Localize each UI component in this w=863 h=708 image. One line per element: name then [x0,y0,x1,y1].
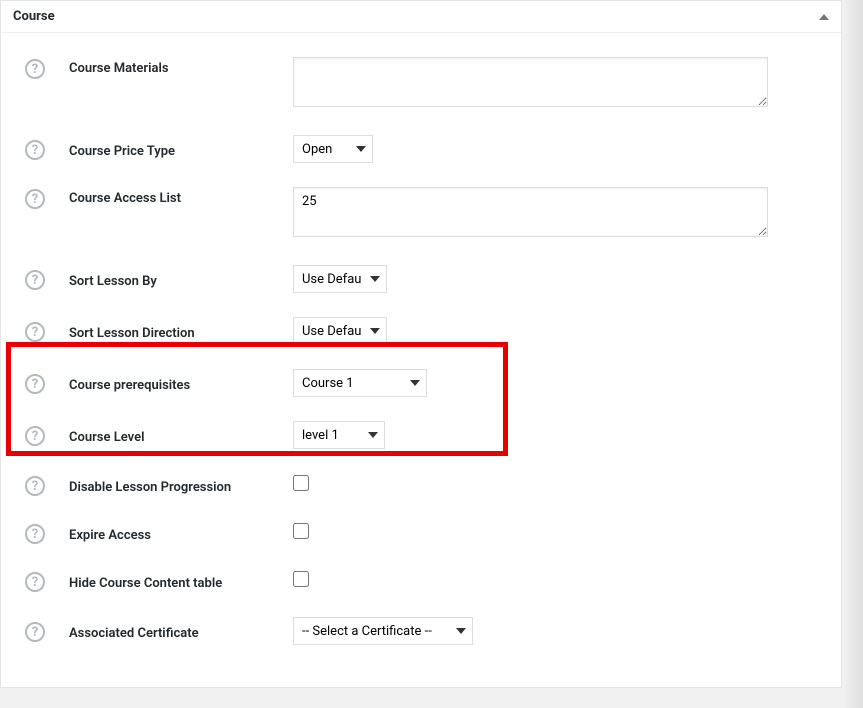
row-course-price-type: ? Course Price Type Open [1,123,841,175]
right-shadow-decor [843,0,863,708]
course-prerequisites-select[interactable]: Course 1 [293,369,427,397]
row-course-access-list: ? Course Access List [1,175,841,253]
row-sort-lesson-direction: ? Sort Lesson Direction Use Default [1,305,841,357]
expire-access-checkbox[interactable] [293,523,309,539]
row-course-prerequisites: ? Course prerequisites Course 1 [1,357,841,409]
course-settings-panel: Course ? Course Materials ? Course Price… [0,0,842,688]
label-disable-lesson-progression: Disable Lesson Progression [69,476,269,495]
label-course-level: Course Level [69,426,269,445]
label-sort-lesson-direction: Sort Lesson Direction [69,322,269,341]
collapse-caret-icon [819,14,829,20]
panel-title: Course [13,9,55,24]
row-sort-lesson-by: ? Sort Lesson By Use Default [1,253,841,305]
sort-lesson-direction-select[interactable]: Use Default [293,317,387,345]
help-icon[interactable]: ? [25,572,45,592]
panel-header[interactable]: Course [1,1,841,33]
row-disable-lesson-progression: ? Disable Lesson Progression [1,461,841,509]
label-course-materials: Course Materials [69,57,269,76]
sort-lesson-by-select[interactable]: Use Default [293,265,387,293]
course-access-list-textarea[interactable] [293,187,768,237]
help-icon[interactable]: ? [25,524,45,544]
panel-body: ? Course Materials ? Course Price Type O… [1,33,841,687]
label-expire-access: Expire Access [69,524,269,543]
label-course-prerequisites: Course prerequisites [69,374,269,393]
help-icon[interactable]: ? [25,189,45,209]
help-icon[interactable]: ? [25,322,45,342]
label-associated-certificate: Associated Certificate [69,622,269,641]
associated-certificate-select[interactable]: -- Select a Certificate -- [293,617,473,645]
label-hide-course-content-table: Hide Course Content table [69,572,269,591]
course-price-type-select[interactable]: Open [293,135,373,163]
course-materials-textarea[interactable] [293,57,768,107]
help-icon[interactable]: ? [25,622,45,642]
label-sort-lesson-by: Sort Lesson By [69,270,269,289]
row-hide-course-content-table: ? Hide Course Content table [1,557,841,605]
help-icon[interactable]: ? [25,374,45,394]
label-course-price-type: Course Price Type [69,140,269,159]
help-icon[interactable]: ? [25,476,45,496]
course-level-select[interactable]: level 1 [293,421,385,449]
help-icon[interactable]: ? [25,59,45,79]
hide-course-content-table-checkbox[interactable] [293,571,309,587]
disable-lesson-progression-checkbox[interactable] [293,475,309,491]
row-expire-access: ? Expire Access [1,509,841,557]
help-icon[interactable]: ? [25,426,45,446]
help-icon[interactable]: ? [25,270,45,290]
row-associated-certificate: ? Associated Certificate -- Select a Cer… [1,605,841,657]
row-course-materials: ? Course Materials [1,45,841,123]
row-course-level: ? Course Level level 1 [1,409,841,461]
help-icon[interactable]: ? [25,140,45,160]
label-course-access-list: Course Access List [69,187,269,206]
